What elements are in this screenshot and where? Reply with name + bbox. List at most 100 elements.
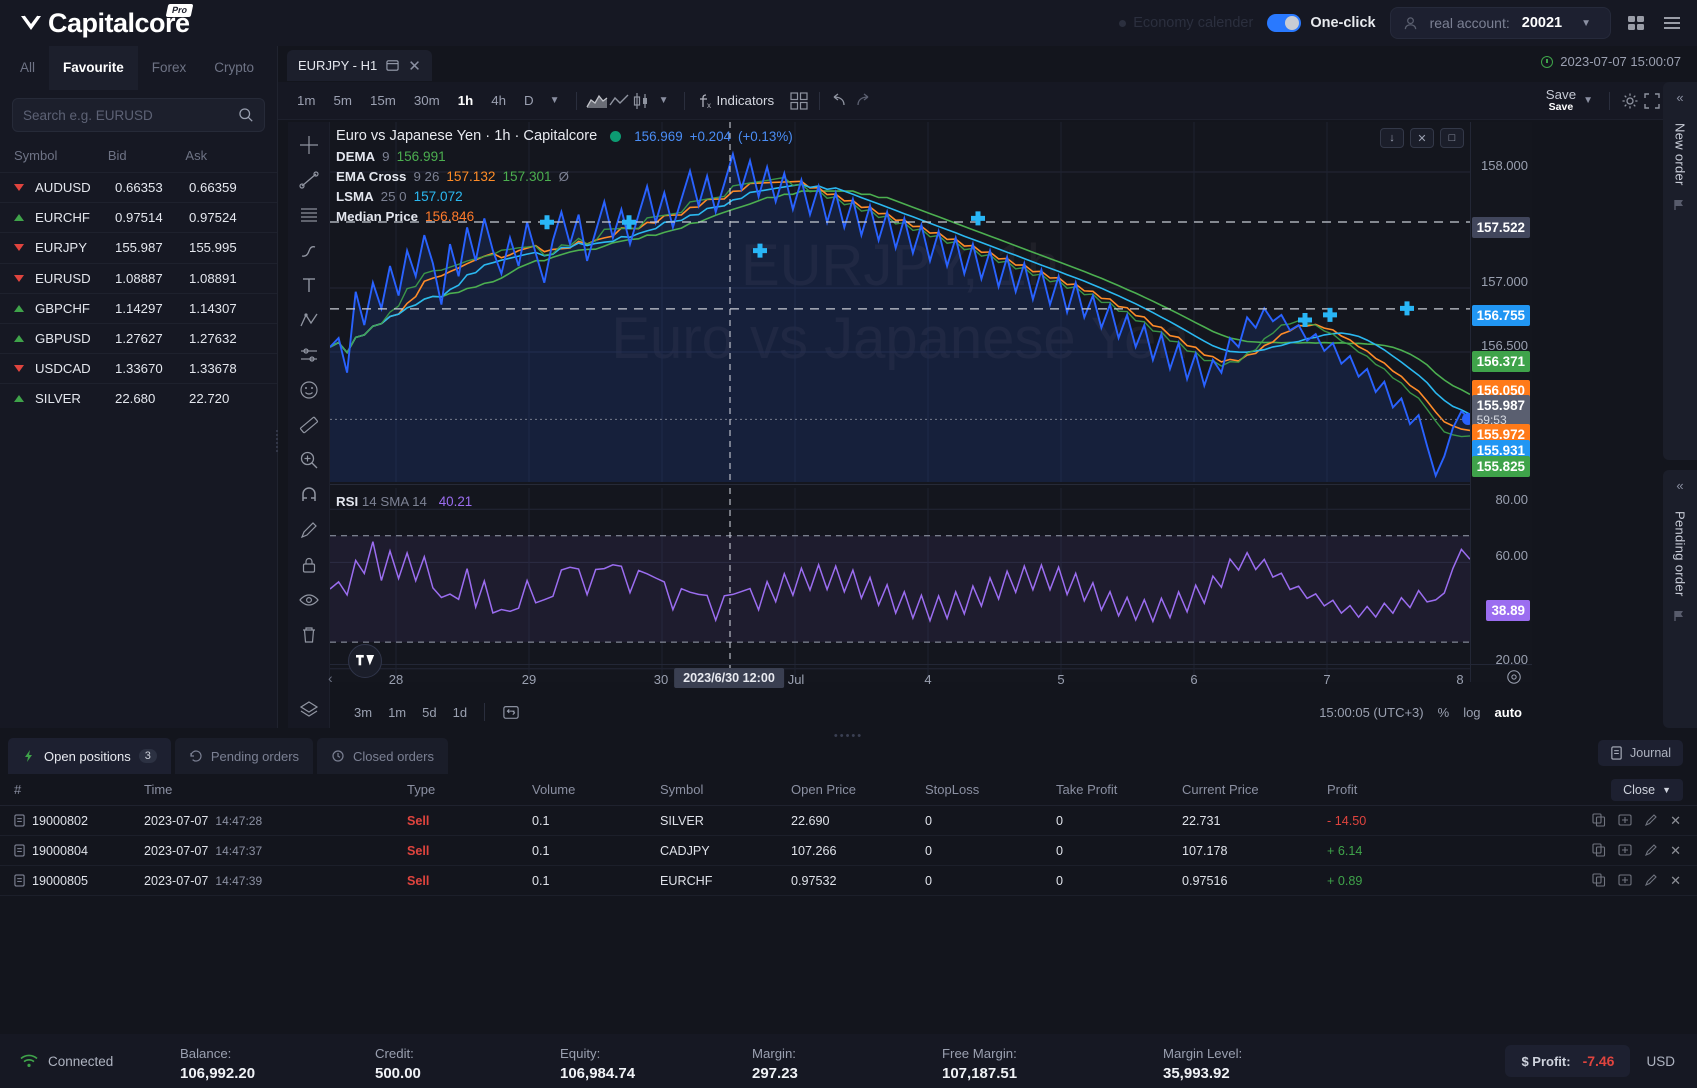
timeframe-d[interactable]: D	[515, 93, 543, 108]
range-1m[interactable]: 1m	[380, 705, 414, 720]
expand-left-icon[interactable]: «	[1676, 478, 1683, 493]
timeframe-15m[interactable]: 15m	[361, 93, 405, 108]
duplicate-icon[interactable]	[1592, 812, 1606, 829]
category-tab-all[interactable]: All	[6, 46, 49, 90]
undo-icon[interactable]	[829, 90, 851, 112]
account-selector[interactable]: real account: 20021 ▼	[1389, 7, 1611, 39]
close-all-button[interactable]: Close ▼	[1611, 778, 1683, 801]
remove-pane-icon[interactable]: ✕	[1410, 128, 1434, 148]
emoji-icon[interactable]	[296, 377, 322, 403]
grid-icon[interactable]	[1625, 12, 1647, 34]
table-row[interactable]: 19000802 2023-07-07 14:47:28 Sell 0.1 SILVER 2…	[0, 806, 1697, 836]
price-axis[interactable]: 158.000 157.000 156.500 157.522 156.755 15…	[1470, 122, 1532, 682]
symbol-row-audusd[interactable]: AUDUSD 0.66353 0.66359	[0, 172, 277, 202]
maximize-pane-icon[interactable]: □	[1440, 128, 1464, 148]
chevron-down-icon[interactable]: ▼	[1574, 18, 1598, 29]
duplicate-icon[interactable]	[1592, 872, 1606, 889]
tab-pending-orders[interactable]: Pending orders	[174, 738, 314, 774]
layers-icon[interactable]	[296, 697, 322, 723]
timeframe-1m[interactable]: 1m	[288, 93, 324, 108]
range-3m[interactable]: 3m	[346, 705, 380, 720]
search-icon[interactable]	[238, 107, 254, 123]
tab-closed-orders[interactable]: Closed orders	[317, 738, 448, 774]
range-5d[interactable]: 5d	[414, 705, 444, 720]
partial-close-icon[interactable]	[1618, 843, 1632, 859]
crosshair-icon[interactable]	[296, 132, 322, 158]
indicators-button[interactable]: Indicators	[716, 93, 774, 108]
timeframe-4h[interactable]: 4h	[482, 93, 515, 108]
trend-line-icon[interactable]	[296, 167, 322, 193]
symbol-row-gbpusd[interactable]: GBPUSD 1.27627 1.27632	[0, 322, 277, 353]
fullscreen-icon[interactable]	[1641, 90, 1663, 112]
collapse-pane-icon[interactable]: ↓	[1380, 128, 1404, 148]
chart-type-chevron-down-icon[interactable]: ▼	[652, 95, 676, 106]
redo-icon[interactable]	[851, 90, 873, 112]
chart-tab-eurjpy-h1[interactable]: EURJPY - H1 ✕	[287, 50, 432, 81]
symbol-search[interactable]	[12, 98, 265, 132]
window-icon[interactable]	[386, 59, 399, 72]
timeframe-dropdown-chevron-down-icon[interactable]: ▼	[543, 95, 567, 106]
edit-icon[interactable]	[1644, 873, 1658, 889]
timeframe-30m[interactable]: 30m	[405, 93, 449, 108]
tradingview-logo[interactable]	[348, 644, 382, 678]
time-axis[interactable]: ‹ 28 29 30 2023/6/30 12:00 Jul 4 5 6 7 8	[328, 664, 1532, 696]
symbol-row-silver[interactable]: SILVER 22.680 22.720	[0, 383, 277, 413]
gear-icon[interactable]	[1619, 90, 1641, 112]
duplicate-icon[interactable]	[1592, 842, 1606, 859]
expand-left-icon[interactable]: «	[1676, 90, 1683, 105]
rsi-legend[interactable]: RSI 14 SMA 14 40.21	[336, 494, 472, 509]
magnet-icon[interactable]	[296, 482, 322, 508]
text-icon[interactable]	[296, 272, 322, 298]
panel-resize-grip[interactable]	[274, 428, 280, 454]
brush-icon[interactable]	[296, 237, 322, 263]
search-input[interactable]	[23, 107, 238, 123]
partial-close-icon[interactable]	[1618, 873, 1632, 889]
close-position-icon[interactable]: ✕	[1670, 813, 1681, 829]
new-order-rail[interactable]: « New order	[1663, 82, 1697, 460]
pending-order-rail[interactable]: « Pending order	[1663, 470, 1697, 728]
one-click-toggle-group[interactable]: One-click	[1267, 14, 1376, 32]
patterns-icon[interactable]	[296, 307, 322, 333]
fibonacci-icon[interactable]	[296, 202, 322, 228]
zoom-in-icon[interactable]	[296, 447, 322, 473]
scale-auto-button[interactable]: auto	[1495, 705, 1522, 720]
function-icon[interactable]: x	[694, 90, 716, 112]
symbol-row-eurchf[interactable]: EURCHF 0.97514 0.97524	[0, 202, 277, 232]
edit-icon[interactable]	[1644, 813, 1658, 829]
timeframe-1h[interactable]: 1h	[449, 93, 483, 108]
trash-icon[interactable]	[296, 622, 322, 648]
save-button[interactable]: Save Save	[1546, 88, 1576, 113]
symbol-row-gbpchf[interactable]: GBPCHF 1.14297 1.14307	[0, 292, 277, 323]
chart-canvas[interactable]: EURJPY, 1h Euro vs Japanese Yen Euro vs …	[330, 122, 1470, 682]
line-chart-icon[interactable]	[608, 90, 630, 112]
candlestick-chart-icon[interactable]	[630, 90, 652, 112]
brand-logo[interactable]: Capitalcore Pro	[18, 3, 193, 39]
scale-log-button[interactable]: log	[1463, 705, 1480, 720]
symbol-row-eurjpy[interactable]: EURJPY 155.987 155.995	[0, 232, 277, 262]
symbol-row-usdcad[interactable]: USDCAD 1.33670 1.33678	[0, 353, 277, 383]
close-position-icon[interactable]: ✕	[1670, 843, 1681, 859]
goto-date-icon[interactable]	[494, 704, 528, 720]
table-row[interactable]: 19000805 2023-07-07 14:47:39 Sell 0.1 EURCHF 0…	[0, 866, 1697, 896]
journal-button[interactable]: Journal	[1598, 740, 1683, 766]
table-row[interactable]: 19000804 2023-07-07 14:47:37 Sell 0.1 CADJPY 1…	[0, 836, 1697, 866]
timeframe-5m[interactable]: 5m	[324, 93, 360, 108]
range-1d[interactable]: 1d	[445, 705, 475, 720]
close-position-icon[interactable]: ✕	[1670, 873, 1681, 889]
one-click-toggle[interactable]	[1267, 14, 1302, 32]
eye-icon[interactable]	[296, 587, 322, 613]
save-chevron-down-icon[interactable]: ▼	[1576, 95, 1600, 106]
lock-icon[interactable]	[296, 552, 322, 578]
hamburger-menu-icon[interactable]	[1661, 12, 1683, 34]
category-tab-forex[interactable]: Forex	[138, 46, 201, 90]
category-tab-favourite[interactable]: Favourite	[49, 46, 138, 90]
layouts-icon[interactable]	[788, 90, 810, 112]
category-tab-crypto[interactable]: Crypto	[200, 46, 268, 90]
ruler-icon[interactable]	[296, 412, 322, 438]
tab-open-positions[interactable]: Open positions 3	[8, 738, 171, 774]
economy-calendar-button[interactable]: Economy calender	[1119, 15, 1253, 31]
edit-icon[interactable]	[1644, 843, 1658, 859]
panel-drag-handle[interactable]: •••••	[834, 730, 863, 742]
close-icon[interactable]: ✕	[408, 57, 421, 75]
forecast-icon[interactable]	[296, 342, 322, 368]
